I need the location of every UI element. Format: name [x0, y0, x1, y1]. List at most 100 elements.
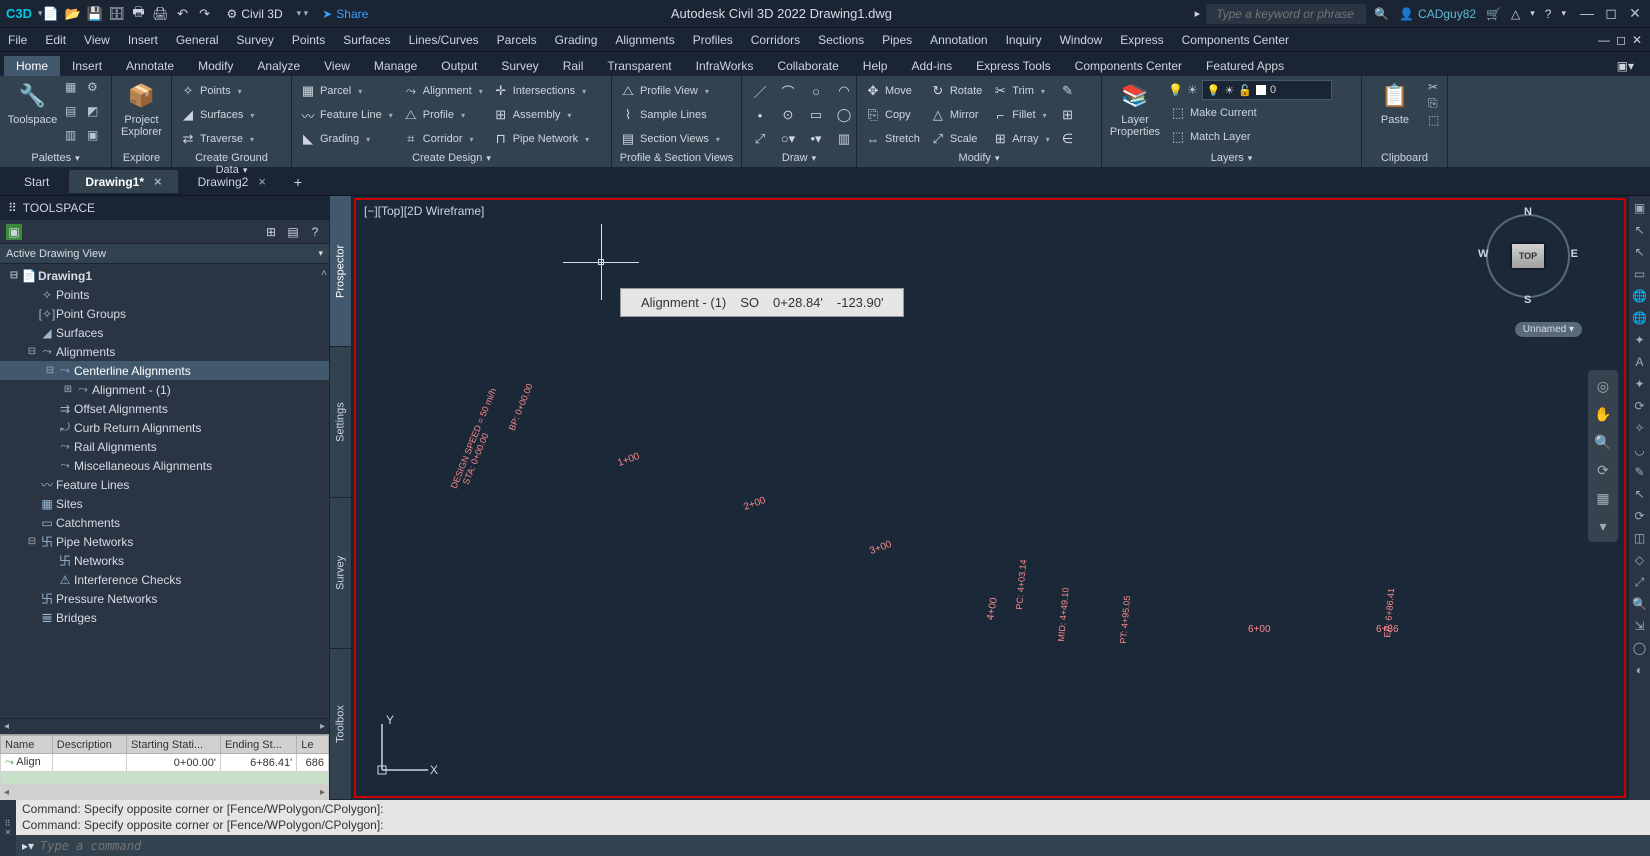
menu-view[interactable]: View — [84, 33, 110, 47]
tree-item-sites[interactable]: ▦Sites — [0, 494, 329, 513]
rt-icon-13[interactable]: ✎ — [1632, 464, 1648, 480]
ribbon-tab-modify[interactable]: Modify — [186, 56, 245, 76]
col-description[interactable]: Description — [52, 736, 126, 754]
copy-button[interactable]: ⎘Copy — [863, 104, 922, 126]
rt-icon-18[interactable]: ⤢ — [1632, 574, 1648, 590]
trim-button[interactable]: ✂Trim▾ — [990, 80, 1051, 102]
tree-item-curb-return-alignments[interactable]: ⤾Curb Return Alignments — [0, 418, 329, 437]
ribbon-tab-home[interactable]: Home — [4, 56, 60, 76]
rt-icon-12[interactable]: ◡ — [1632, 442, 1648, 458]
rt-icon-14[interactable]: ↖ — [1632, 486, 1648, 502]
menu-edit[interactable]: Edit — [45, 33, 66, 47]
doc-tab-drawing2[interactable]: Drawing2 × — [182, 170, 282, 193]
viewcube-n[interactable]: N — [1524, 206, 1532, 218]
menu-grading[interactable]: Grading — [555, 33, 598, 47]
palette-icon-6[interactable]: ▣ — [87, 128, 105, 148]
col-ending-station[interactable]: Ending St... — [220, 736, 296, 754]
tree-expander-icon[interactable]: ⊟ — [26, 536, 38, 547]
layer-properties-button[interactable]: 📚 Layer Properties — [1108, 80, 1162, 138]
layer-state-icon-1[interactable]: 💡 — [1168, 83, 1183, 97]
profile-button[interactable]: ⧍Profile▾ — [401, 104, 485, 126]
ribbon-tab-survey[interactable]: Survey — [489, 56, 550, 76]
menu-survey[interactable]: Survey — [237, 33, 274, 47]
col-starting-station[interactable]: Starting Stati... — [126, 736, 220, 754]
nav-pan-icon[interactable]: ✋ — [1593, 404, 1613, 424]
ribbon-tab-view[interactable]: View — [312, 56, 362, 76]
rt-icon-5[interactable]: 🌐 — [1632, 288, 1648, 304]
rt-icon-1[interactable]: ▣ — [1632, 200, 1648, 216]
menu-alignments[interactable]: Alignments — [615, 33, 674, 47]
toolspace-help-icon[interactable]: ? — [307, 224, 323, 240]
ws-dd-icon[interactable]: ▾ ▾ — [297, 8, 309, 19]
share-button[interactable]: ➤ Share — [322, 7, 368, 21]
viewcube[interactable]: TOP N S E W — [1480, 208, 1576, 304]
ucs-icon[interactable]: Y X — [368, 714, 438, 784]
tree-scroll-up-icon[interactable]: ˄ — [321, 268, 327, 279]
tree-item-drawing1[interactable]: ⊟📄Drawing1 — [0, 266, 329, 285]
intersections-button[interactable]: ✛Intersections▾ — [491, 80, 591, 102]
palette-icon-2[interactable]: ⚙ — [87, 80, 105, 100]
nav-dd-icon[interactable]: ▾ — [1593, 516, 1613, 536]
pipe-network-button[interactable]: ⊓Pipe Network▾ — [491, 128, 591, 150]
rt-icon-15[interactable]: ⟳ — [1632, 508, 1648, 524]
rt-icon-16[interactable]: ◫ — [1632, 530, 1648, 546]
side-tab-prospector[interactable]: Prospector — [330, 196, 351, 347]
mirror-button[interactable]: △Mirror — [928, 104, 984, 126]
rect-icon[interactable]: ▭ — [804, 104, 828, 126]
minimize-button[interactable]: — — [1578, 5, 1596, 22]
parcel-button[interactable]: ▦Parcel▾ — [298, 80, 395, 102]
rt-icon-7[interactable]: ✦ — [1632, 332, 1648, 348]
make-current-button[interactable]: ⬚Make Current — [1168, 102, 1355, 124]
points-button[interactable]: ✧Points▾ — [178, 80, 256, 102]
cart-icon[interactable]: 🛒 — [1486, 7, 1501, 21]
tree-item-alignment-1-[interactable]: ⊞⤳Alignment - (1) — [0, 380, 329, 399]
tree-item-offset-alignments[interactable]: ⇉Offset Alignments — [0, 399, 329, 418]
rt-icon-2[interactable]: ↖ — [1632, 222, 1648, 238]
tree-item-networks[interactable]: 卐Networks — [0, 551, 329, 570]
rt-icon-11[interactable]: ✧ — [1632, 420, 1648, 436]
ribbon-tab-help[interactable]: Help — [851, 56, 900, 76]
tree-item-feature-lines[interactable]: 〰Feature Lines — [0, 475, 329, 494]
menu-sections[interactable]: Sections — [818, 33, 864, 47]
nav-fullnav-icon[interactable]: ◎ — [1593, 376, 1613, 396]
app-dd-icon[interactable]: ▾ — [1530, 8, 1535, 19]
nav-zoom-icon[interactable]: 🔍 — [1593, 432, 1613, 452]
match-layer-button[interactable]: ⬚Match Layer — [1168, 126, 1355, 148]
fillet-button[interactable]: ⌐Fillet▾ — [990, 104, 1051, 126]
modify-misc3-icon[interactable]: ∈ — [1058, 128, 1078, 150]
layer-combo[interactable]: 💡 ☀ 🔓 0 — [1202, 80, 1332, 100]
dot-icon[interactable]: • — [748, 104, 772, 126]
line-icon[interactable]: ／ — [748, 80, 772, 102]
tree-expander-icon[interactable]: ⊟ — [8, 270, 20, 281]
menu-corridors[interactable]: Corridors — [751, 33, 800, 47]
print-icon[interactable]: 🖨 — [153, 6, 169, 22]
menu-components-center[interactable]: Components Center — [1182, 33, 1289, 47]
maximize-button[interactable]: ◻ — [1602, 5, 1620, 22]
corridor-button[interactable]: ⌗Corridor▾ — [401, 128, 485, 150]
ribbon-tab-analyze[interactable]: Analyze — [245, 56, 312, 76]
menu-points[interactable]: Points — [292, 33, 325, 47]
feature-line-button[interactable]: 〰Feature Line▾ — [298, 104, 395, 126]
command-input[interactable] — [40, 839, 1644, 853]
viewcube-s[interactable]: S — [1524, 294, 1531, 306]
menu-window[interactable]: Window — [1060, 33, 1103, 47]
move-button[interactable]: ✥Move — [863, 80, 922, 102]
ribbon-tab-annotate[interactable]: Annotate — [114, 56, 186, 76]
close-button[interactable]: ✕ — [1626, 5, 1644, 22]
col-length[interactable]: Le — [297, 736, 329, 754]
panel-title-draw[interactable]: Draw▾ — [748, 150, 850, 167]
hatch-icon[interactable]: ⤢ — [748, 128, 772, 150]
col-name[interactable]: Name — [1, 736, 53, 754]
tree-item-surfaces[interactable]: ◢Surfaces — [0, 323, 329, 342]
saveas-icon[interactable]: 🗄 — [109, 6, 125, 22]
menu-insert[interactable]: Insert — [128, 33, 158, 47]
doc-tab-drawing1-close-icon[interactable]: × — [154, 174, 162, 189]
menu-parcels[interactable]: Parcels — [497, 33, 537, 47]
rt-icon-20[interactable]: ⇲ — [1632, 618, 1648, 634]
tree-item-pipe-networks[interactable]: ⊟卐Pipe Networks — [0, 532, 329, 551]
spline-icon[interactable]: ⊙ — [776, 104, 800, 126]
toolspace-toolbar-icon-1[interactable]: ▣ — [6, 224, 22, 240]
menu-annotation[interactable]: Annotation — [930, 33, 987, 47]
menu-surfaces[interactable]: Surfaces — [343, 33, 390, 47]
doc-tab-start[interactable]: Start — [8, 171, 65, 193]
